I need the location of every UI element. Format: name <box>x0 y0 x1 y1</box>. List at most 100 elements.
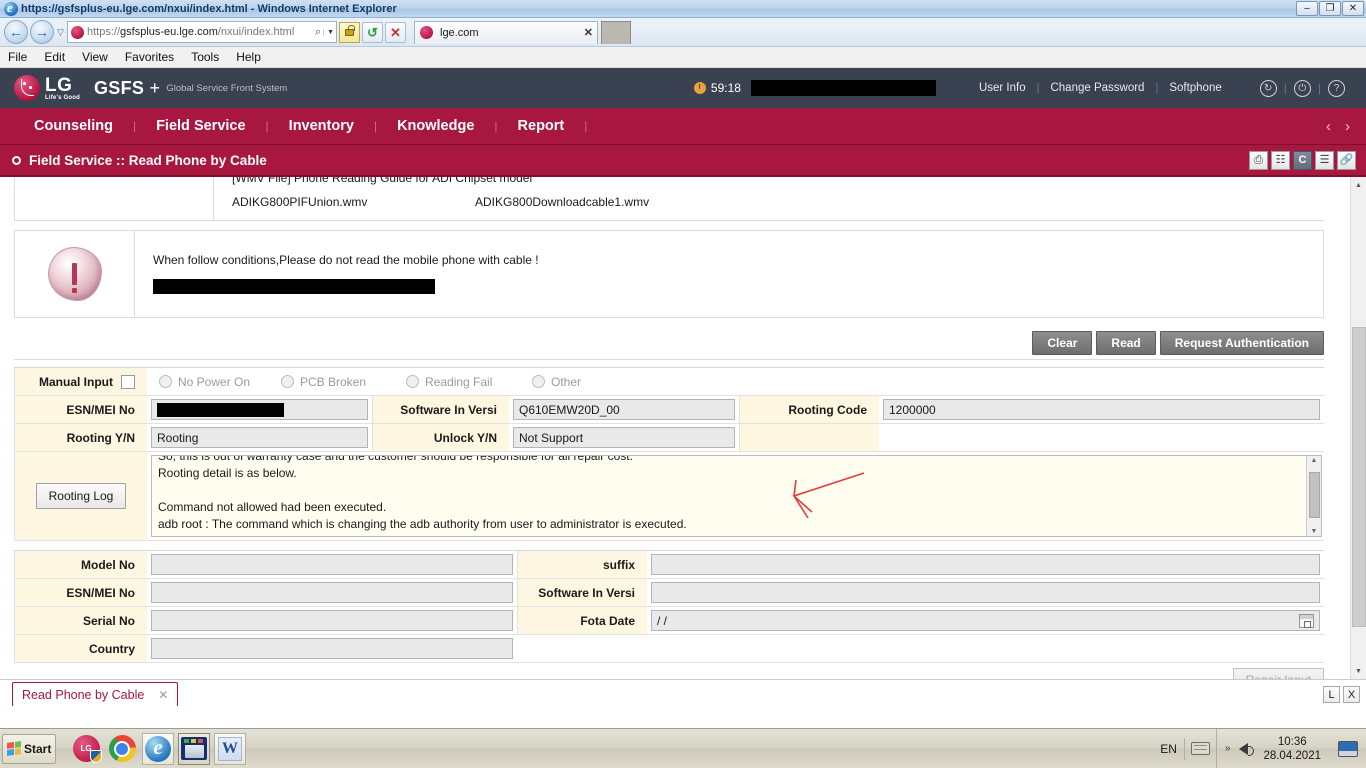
language-indicator[interactable]: EN <box>1153 742 1184 756</box>
rooting-log-textarea[interactable]: So, this is out of warranty case and the… <box>151 455 1322 537</box>
unlock-yn-input[interactable]: Not Support <box>513 427 735 448</box>
menu-tools[interactable]: Tools <box>191 50 219 64</box>
menu-edit[interactable]: Edit <box>44 50 65 64</box>
minimize-button[interactable]: – <box>1296 1 1318 16</box>
page-scroll-up-icon[interactable]: ▲ <box>1351 177 1366 193</box>
scroll-thumb[interactable] <box>1309 472 1320 518</box>
lg-slogan: Life's Good <box>45 95 80 101</box>
user-info-link[interactable]: User Info <box>968 82 1037 94</box>
model-no-label-cell: Model No <box>14 551 147 578</box>
country-input[interactable] <box>151 638 513 659</box>
read-button[interactable]: Read <box>1096 331 1155 355</box>
nav-item-knowledge[interactable]: Knowledge <box>377 118 494 134</box>
nav-next-icon[interactable]: › <box>1345 118 1350 135</box>
esn-software-result-row: ESN/MEI No Software In Versi <box>14 579 1324 607</box>
volume-icon[interactable] <box>1239 743 1248 755</box>
app-tab-read-phone-by-cable[interactable]: Read Phone by Cable ✕ <box>12 682 178 706</box>
radio-other[interactable]: Other <box>532 375 581 389</box>
page-scroll-thumb[interactable] <box>1352 327 1366 627</box>
taskbar-lg-security-app[interactable]: LG <box>70 733 102 765</box>
tab-list-button[interactable]: L <box>1323 686 1340 703</box>
folder-icon <box>181 737 207 760</box>
search-icon[interactable]: ⌕ <box>313 26 323 39</box>
show-desktop-button[interactable] <box>1338 741 1358 757</box>
request-authentication-button[interactable]: Request Authentication <box>1160 331 1324 355</box>
suffix-input[interactable] <box>651 554 1320 575</box>
taskbar-file-explorer[interactable] <box>178 733 210 765</box>
nav-prev-icon[interactable]: ‹ <box>1326 118 1331 135</box>
serial-no-input[interactable] <box>151 610 513 631</box>
close-button[interactable]: ✕ <box>1342 1 1364 16</box>
taskbar-word[interactable]: W <box>214 733 246 765</box>
restore-button[interactable]: ❐ <box>1319 1 1341 16</box>
list-icon[interactable]: ☰ <box>1315 151 1334 170</box>
help-icon[interactable]: ? <box>1328 80 1345 97</box>
software-version-label: Software In Versi <box>400 403 497 417</box>
tab-close-icon[interactable]: ✕ <box>584 26 593 39</box>
start-button[interactable]: Start <box>2 734 56 764</box>
rooting-code-input[interactable]: 1200000 <box>883 399 1320 420</box>
repair-input-button[interactable]: Repair Input <box>1233 668 1324 679</box>
rooting-yn-input[interactable]: Rooting <box>151 427 368 448</box>
menu-favorites[interactable]: Favorites <box>125 50 174 64</box>
nav-item-inventory[interactable]: Inventory <box>269 118 374 134</box>
clear-button[interactable]: Clear <box>1032 331 1092 355</box>
software-version-input[interactable]: Q610EMW20D_00 <box>513 399 735 420</box>
radio-icon <box>159 375 172 388</box>
taskbar-internet-explorer[interactable] <box>142 733 174 765</box>
excel-export-icon[interactable]: ☷ <box>1271 151 1290 170</box>
softphone-link[interactable]: Softphone <box>1158 82 1232 94</box>
page-scrollbar[interactable]: ▲ ▼ <box>1350 177 1366 679</box>
guide-file-2[interactable]: ADIKG800Downloadcable1.wmv <box>475 195 649 209</box>
radio-icon <box>532 375 545 388</box>
window-title-bar: https://gsfsplus-eu.lge.com/nxui/index.h… <box>0 0 1366 18</box>
page-scroll-down-icon[interactable]: ▼ <box>1351 663 1366 679</box>
fota-date-input[interactable]: / / <box>651 610 1320 631</box>
app-tab-close-icon[interactable]: ✕ <box>158 688 168 702</box>
session-timer: 59:18 <box>694 81 741 95</box>
manual-input-checkbox[interactable] <box>121 375 135 389</box>
new-tab-button[interactable] <box>601 21 631 44</box>
stop-icon[interactable]: ✕ <box>385 22 406 43</box>
nav-item-report[interactable]: Report <box>498 118 585 134</box>
result-software-input[interactable] <box>651 582 1320 603</box>
model-no-input[interactable] <box>151 554 513 575</box>
esn-label: ESN/MEI No <box>66 403 135 417</box>
power-logout-icon[interactable]: ⏻ <box>1294 80 1311 97</box>
keyboard-icon[interactable] <box>1191 742 1210 755</box>
recent-pages-dropdown-icon[interactable]: ▽ <box>54 27 67 38</box>
fota-date-label: Fota Date <box>580 614 635 628</box>
scroll-up-icon[interactable]: ▲ <box>1311 456 1318 465</box>
show-hidden-icons-icon[interactable]: » <box>1225 743 1231 754</box>
change-password-link[interactable]: Change Password <box>1039 82 1155 94</box>
address-dropdown-icon[interactable]: ▼ <box>323 29 334 36</box>
menu-file[interactable]: File <box>8 50 27 64</box>
radio-pcb-broken[interactable]: PCB Broken <box>281 375 406 389</box>
browser-tab-lge[interactable]: lge.com ✕ <box>414 21 598 44</box>
rooting-log-scrollbar[interactable]: ▲ ▼ <box>1306 456 1321 536</box>
link-icon[interactable]: 🔗 <box>1337 151 1356 170</box>
taskbar-chrome[interactable] <box>106 733 138 765</box>
forward-icon[interactable]: → <box>30 20 54 44</box>
calendar-icon[interactable] <box>1299 614 1314 628</box>
address-bar[interactable]: https://gsfsplus-eu.lge.com/nxui/index.h… <box>67 21 337 43</box>
radio-no-power-on[interactable]: No Power On <box>159 375 281 389</box>
tab-close-all-button[interactable]: X <box>1343 686 1360 703</box>
software-version-label-cell: Software In Versi <box>372 396 509 423</box>
rooting-log-button[interactable]: Rooting Log <box>36 483 127 509</box>
nav-item-counseling[interactable]: Counseling <box>14 118 133 134</box>
taskbar-clock[interactable]: 10:36 28.04.2021 <box>1257 735 1327 763</box>
guide-file-1[interactable]: ADIKG800PIFUnion.wmv <box>232 195 475 209</box>
refresh-icon[interactable]: ↺ <box>362 22 383 43</box>
refresh-session-icon[interactable]: ↻ <box>1260 80 1277 97</box>
nav-item-field-service[interactable]: Field Service <box>136 118 265 134</box>
refresh-icon[interactable]: C <box>1293 151 1312 170</box>
esn-input[interactable] <box>151 399 368 420</box>
radio-reading-fail[interactable]: Reading Fail <box>406 375 532 389</box>
scroll-down-icon[interactable]: ▼ <box>1311 527 1318 536</box>
back-icon[interactable]: ← <box>4 20 28 44</box>
result-esn-input[interactable] <box>151 582 513 603</box>
menu-help[interactable]: Help <box>236 50 261 64</box>
menu-view[interactable]: View <box>82 50 108 64</box>
print-icon[interactable]: ⎙ <box>1249 151 1268 170</box>
